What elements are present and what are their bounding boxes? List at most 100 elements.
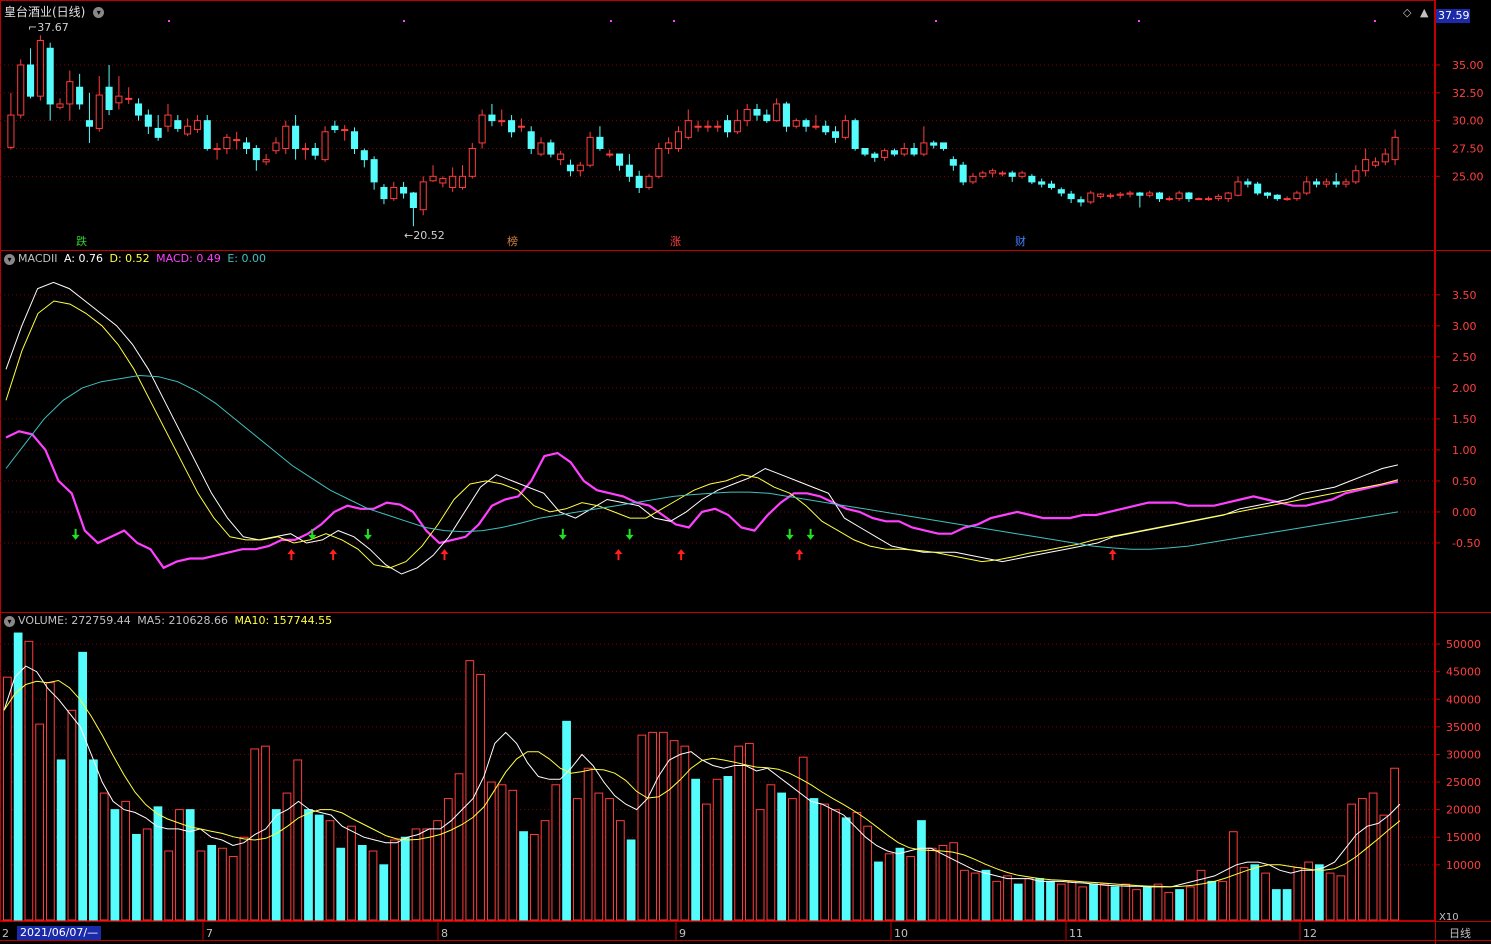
diamond-icon[interactable]: ◇ (1403, 6, 1411, 20)
volume-bar (390, 839, 399, 921)
candle-body (429, 175, 437, 182)
candle-body (792, 120, 800, 127)
arrow-up-icon[interactable]: ▲ (1420, 6, 1428, 20)
candle-body (213, 147, 221, 150)
candle-body (400, 186, 408, 194)
event-mark-list[interactable]: 榜 (505, 235, 520, 248)
candle-body (1155, 192, 1164, 200)
volume-bar (164, 850, 174, 921)
period-label[interactable]: 日线 (1449, 927, 1471, 941)
candle-body (1224, 192, 1232, 200)
candle-body (871, 153, 879, 158)
sell-signal-arrow (363, 528, 372, 540)
volume-bar (1379, 814, 1389, 921)
volume-bar (1390, 767, 1399, 921)
buy-signal-arrow (614, 549, 623, 561)
volume-bar (734, 745, 744, 921)
volume-bar (89, 759, 98, 921)
candle-body (714, 125, 722, 128)
volume-bar (745, 742, 754, 921)
volume-bar (153, 806, 163, 921)
volume-tick-label: 30000 (1446, 748, 1481, 761)
month-label: 12 (1303, 927, 1317, 940)
volume-bar (1099, 883, 1109, 921)
candle-body (478, 114, 486, 144)
candle-body (458, 175, 467, 188)
volume-bar (626, 839, 636, 921)
event-mark-rise[interactable]: 涨 (668, 235, 683, 248)
volume-bar (723, 776, 733, 921)
candle-body (959, 164, 967, 183)
chart-canvas: 25.00 27.50 30.00 32.50 35.00 -0.50 0.00 0.50 1.… (0, 0, 1491, 944)
candle-body (409, 192, 417, 209)
candle-body (95, 94, 103, 129)
candle-body (1057, 189, 1065, 194)
macd-name: MACDII (18, 252, 58, 265)
volume-bar (347, 825, 356, 921)
volume-bar (142, 828, 152, 921)
stock-title: 皇台酒业(日线) (4, 5, 86, 19)
volume-value: VOLUME: 272759.44 (18, 614, 131, 627)
volume-bar (1132, 889, 1141, 921)
candle-body (1038, 181, 1046, 185)
volume-bar (637, 734, 647, 921)
volume-bar (1347, 803, 1356, 921)
candle-body (557, 153, 565, 161)
volume-bar (56, 759, 66, 921)
candle-body (723, 120, 732, 133)
volume-bar (841, 817, 851, 921)
volume-bar (336, 847, 346, 921)
candle-body (822, 125, 830, 133)
candle-body (1106, 194, 1114, 197)
candle-body (1008, 172, 1016, 177)
volume-bar (1250, 864, 1260, 921)
candle-body (694, 125, 702, 128)
candle-body (812, 125, 820, 128)
current-price-box: 37.59 (1436, 9, 1470, 23)
candle-body (360, 150, 368, 161)
candle-body (704, 125, 712, 128)
candle-body (674, 131, 683, 149)
candle-body (939, 142, 948, 149)
macd-legend[interactable]: ▾ MACDII A: 0.76 D: 0.52 MACD: 0.49 E: 0.… (4, 252, 266, 266)
volume-bar (1196, 869, 1206, 921)
chevron-down-icon[interactable]: ▾ (93, 7, 105, 18)
volume-bar (67, 709, 77, 921)
volume-bar (1207, 880, 1217, 921)
candle-body (1175, 192, 1183, 200)
candle-body (1244, 181, 1252, 185)
event-mark-fall[interactable]: 跌 (74, 235, 89, 248)
candle-body (1283, 198, 1291, 201)
candle-body (910, 147, 918, 155)
volume-bar (669, 740, 679, 921)
volume-tick-label: 40000 (1446, 693, 1481, 706)
stock-title-bar[interactable]: 皇台酒业(日线) ▾ (4, 5, 107, 19)
chevron-down-icon[interactable]: ▾ (4, 253, 15, 265)
buy-signal-arrow (329, 549, 338, 561)
top-marker-dot (168, 20, 170, 22)
candle-body (645, 175, 653, 188)
candle-body (1214, 195, 1222, 200)
candle-body (449, 175, 457, 188)
candle-body (390, 186, 398, 200)
macd-tick-label: -0.50 (1452, 537, 1480, 550)
date-range-box[interactable]: 2021/06/07/— (17, 926, 102, 940)
volume-tick-label: 25000 (1446, 776, 1481, 789)
top-marker-dot (673, 20, 675, 22)
sell-signal-arrow (558, 528, 567, 540)
volume-bar (960, 869, 969, 921)
volume-legend[interactable]: ▾ VOLUME: 272759.44 MA5: 210628.66 MA10: … (4, 614, 332, 628)
candle-body (66, 81, 74, 105)
candle-body (900, 147, 908, 155)
volume-bar (594, 792, 604, 921)
candle-body (1018, 172, 1026, 177)
candle-body (763, 114, 771, 122)
volume-bar (615, 820, 625, 921)
volume-tick-label: 45000 (1446, 666, 1481, 679)
chevron-down-icon[interactable]: ▾ (4, 615, 15, 627)
event-mark-finance[interactable]: 财 (1013, 235, 1028, 248)
candle-body (596, 136, 604, 149)
month-label: 8 (441, 927, 448, 940)
candle-body (1087, 192, 1095, 203)
price-tick-label: 27.50 (1452, 142, 1484, 155)
